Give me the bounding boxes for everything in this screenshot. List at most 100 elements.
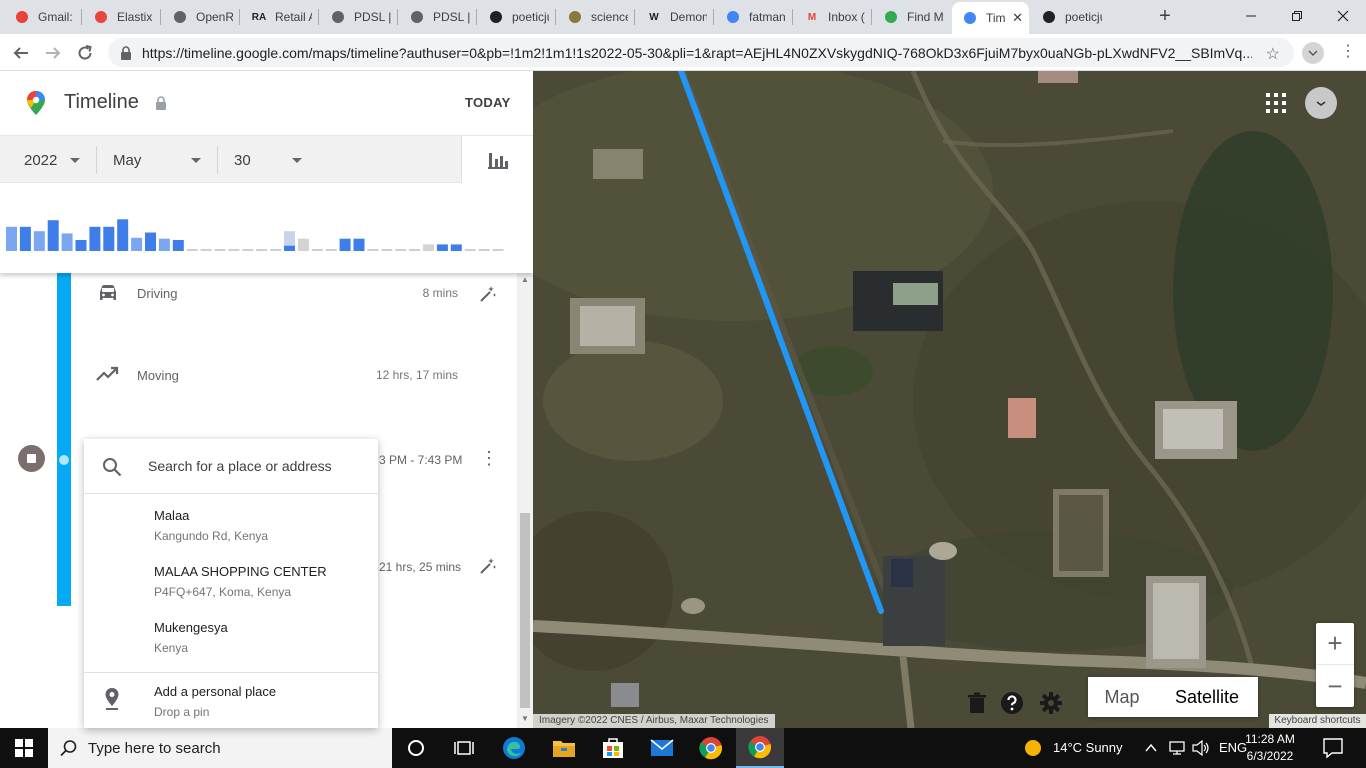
browser-tab[interactable]: poeticju: [478, 0, 555, 34]
histogram-bar[interactable]: [89, 226, 101, 251]
browser-tab[interactable]: W Demon: [636, 0, 713, 34]
month-select[interactable]: May: [113, 136, 217, 184]
mail-app[interactable]: [638, 728, 686, 768]
close-window-button[interactable]: [1320, 0, 1366, 32]
map-view-button[interactable]: Map: [1088, 677, 1156, 717]
suggestion-item[interactable]: Malaa Kangundo Rd, Kenya: [84, 496, 378, 552]
histogram-bar[interactable]: [256, 249, 268, 251]
activity-histogram[interactable]: [0, 183, 533, 273]
magic-wand-icon[interactable]: [479, 557, 497, 575]
histogram-bar[interactable]: [33, 231, 45, 251]
browser-tab[interactable]: PDSL | V: [399, 0, 476, 34]
bookmark-star-icon[interactable]: ☆: [1266, 44, 1280, 64]
histogram-bar[interactable]: [172, 240, 184, 251]
zoom-out-button[interactable]: −: [1316, 665, 1354, 707]
minimize-button[interactable]: [1228, 0, 1274, 32]
histogram-bar[interactable]: [242, 249, 254, 251]
histogram-bar[interactable]: [409, 249, 421, 251]
histogram-bar[interactable]: [436, 244, 448, 251]
cortana-button[interactable]: [392, 728, 440, 768]
place-search-input[interactable]: [148, 455, 368, 477]
add-personal-place[interactable]: Add a personal place Drop a pin: [84, 672, 378, 728]
task-view-button[interactable]: [440, 728, 488, 768]
help-icon[interactable]: [1000, 691, 1024, 715]
trash-icon[interactable]: [965, 691, 989, 715]
keyboard-shortcuts-link[interactable]: Keyboard shortcuts: [1269, 714, 1366, 728]
profile-avatar[interactable]: [1302, 42, 1324, 64]
restore-button[interactable]: [1274, 0, 1320, 32]
histogram-bar[interactable]: [145, 232, 156, 251]
histogram-bar[interactable]: [19, 226, 31, 251]
histogram-bar[interactable]: [353, 238, 365, 251]
scroll-thumb[interactable]: [520, 513, 530, 708]
browser-tab[interactable]: Tim ✕: [952, 2, 1029, 34]
store-app[interactable]: [589, 728, 637, 768]
segment-moving[interactable]: Moving 12 hrs, 17 mins: [0, 355, 510, 395]
chart-toggle-button[interactable]: [461, 136, 533, 184]
histogram-bar[interactable]: [339, 238, 351, 251]
address-bar[interactable]: https://timeline.google.com/maps/timelin…: [108, 38, 1294, 67]
satellite-view-button[interactable]: Satellite: [1156, 677, 1258, 717]
browser-tab[interactable]: Gmail: F: [4, 0, 81, 34]
histogram-bar[interactable]: [423, 244, 434, 251]
browser-tab[interactable]: fatman: [715, 0, 792, 34]
settings-gear-icon[interactable]: [1039, 691, 1063, 715]
histogram-bar[interactable]: [158, 238, 170, 251]
histogram-bar[interactable]: [117, 219, 129, 251]
histogram-bar[interactable]: [492, 249, 504, 251]
browser-tab[interactable]: Elastix: [83, 0, 160, 34]
histogram-bar[interactable]: [103, 226, 115, 251]
magic-wand-icon[interactable]: [479, 285, 497, 303]
histogram-bar[interactable]: [297, 238, 309, 251]
histogram-bar[interactable]: [186, 249, 198, 251]
histogram-bar[interactable]: [61, 233, 73, 251]
back-button[interactable]: [8, 40, 34, 66]
histogram-bar[interactable]: [228, 249, 240, 251]
histogram-bar[interactable]: [367, 249, 379, 251]
notification-center-icon[interactable]: [1318, 736, 1348, 760]
network-icon[interactable]: [1168, 740, 1186, 756]
histogram-bar[interactable]: [200, 249, 212, 251]
segment-driving[interactable]: Driving 8 mins: [0, 273, 510, 313]
forward-button[interactable]: [40, 40, 66, 66]
chrome-app-active[interactable]: [736, 728, 784, 768]
histogram-bar[interactable]: [325, 249, 337, 251]
google-apps-icon[interactable]: [1266, 93, 1286, 113]
suggestion-item[interactable]: Mukengesya Kenya: [84, 608, 378, 664]
volume-icon[interactable]: [1192, 740, 1210, 756]
satellite-map[interactable]: Map Satellite + − Imagery ©2022 CNES / A…: [533, 71, 1366, 728]
weather-text[interactable]: 14°C Sunny: [1053, 740, 1123, 755]
scroll-up-arrow-icon[interactable]: ▲: [517, 275, 533, 287]
browser-tab[interactable]: RA Retail A: [241, 0, 318, 34]
browser-tab[interactable]: poeticju: [1031, 0, 1108, 34]
histogram-bar[interactable]: [450, 244, 462, 251]
browser-tab[interactable]: PDSL | V: [320, 0, 397, 34]
histogram-bar[interactable]: [478, 249, 490, 251]
histogram-bar[interactable]: [6, 226, 17, 251]
histogram-bar[interactable]: [131, 237, 143, 251]
reload-button[interactable]: [72, 40, 98, 66]
zoom-in-button[interactable]: +: [1316, 623, 1354, 665]
account-avatar[interactable]: [1305, 87, 1337, 119]
histogram-bar[interactable]: [214, 249, 226, 251]
browser-tab[interactable]: science: [557, 0, 634, 34]
histogram-bar[interactable]: [75, 240, 87, 251]
system-clock[interactable]: 11:28 AM 6/3/2022: [1240, 731, 1300, 765]
start-button[interactable]: [0, 728, 48, 768]
browser-tab[interactable]: OpenRe: [162, 0, 239, 34]
browser-tab[interactable]: M Inbox (4: [794, 0, 871, 34]
histogram-bar[interactable]: [311, 249, 323, 251]
histogram-bar[interactable]: [381, 249, 393, 251]
panel-scrollbar[interactable]: ▲ ▼: [517, 273, 533, 728]
new-tab-button[interactable]: +: [1154, 6, 1176, 28]
edge-app[interactable]: [490, 728, 538, 768]
histogram-bar[interactable]: [47, 220, 59, 251]
today-button[interactable]: TODAY: [465, 95, 511, 110]
file-explorer-app[interactable]: [540, 728, 588, 768]
close-tab-icon[interactable]: ✕: [1012, 10, 1023, 26]
chrome-app[interactable]: [687, 728, 735, 768]
browser-menu-button[interactable]: ⋮: [1340, 40, 1356, 66]
year-select[interactable]: 2022: [24, 136, 96, 184]
more-options-icon[interactable]: ⋮: [480, 449, 498, 469]
taskbar-search[interactable]: Type here to search: [48, 728, 392, 768]
